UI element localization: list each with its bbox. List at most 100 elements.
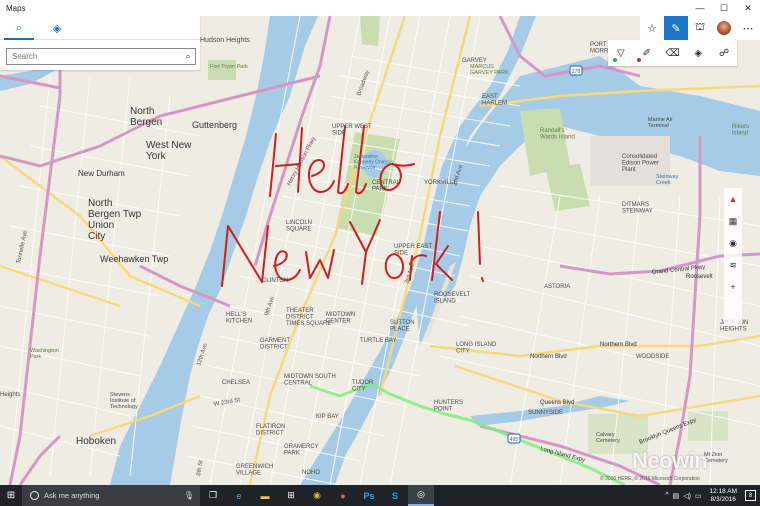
favorites-button[interactable]: ☆ <box>640 16 664 40</box>
label-ditmars: DITMARS STEINWAY <box>622 202 653 215</box>
more-icon: ⋯ <box>742 22 754 35</box>
3d-view-button[interactable]: ▦ <box>724 210 742 232</box>
label-weehawken: Weehawken Twp <box>100 254 168 264</box>
search-submit-icon[interactable]: ⌕ <box>181 51 195 62</box>
tray-chevron-icon[interactable]: ^ <box>665 492 668 499</box>
cortana-icon <box>30 491 39 500</box>
windows-taskbar: ⊞ Ask me anything 🎙 ❐ e ▬ ⊞ ◉ ● Ps S ◎ ^… <box>0 485 760 506</box>
favorites-star-icon: ☆ <box>647 22 657 35</box>
3d-view-icon: ▦ <box>728 215 738 226</box>
ballpoint-pen-icon: ▽ <box>617 47 625 59</box>
label-heights: Heights <box>0 392 20 398</box>
search-box[interactable]: ⌕ <box>6 48 196 65</box>
clock[interactable]: 12:18 AM 8/3/2016 <box>710 488 737 504</box>
taskbar-app-maps[interactable]: ◎ <box>408 485 434 506</box>
map-layers-button[interactable]: ≋ <box>724 254 742 276</box>
label-garment-district: GARMENT DISTRICT <box>260 338 290 351</box>
eraser-icon: ⌫ <box>665 47 680 59</box>
maps-app-window: Maps — ☐ ✕ 495 278 Hudson Heights Fort T… <box>0 0 760 506</box>
notifications-icon[interactable]: 8 <box>745 490 756 501</box>
system-tray: ^ ▤ ◁) ▭ 12:18 AM 8/3/2016 8 <box>665 488 760 504</box>
cortana-search[interactable]: Ask me anything 🎙 <box>22 485 200 506</box>
zoom-in-button[interactable]: + <box>724 276 742 298</box>
cortana-search-text: Ask me anything <box>44 491 100 500</box>
map-svg[interactable]: 495 278 Hudson Heights Fort Tryon Park G… <box>0 16 760 485</box>
clock-time: 12:18 AM <box>709 487 737 495</box>
taskbar-app-edge[interactable]: e <box>226 485 252 506</box>
tab-directions[interactable]: ◈ <box>38 16 76 40</box>
avatar <box>717 21 731 35</box>
edge-icon: e <box>236 490 242 501</box>
mt-zion-cemetery <box>688 411 728 441</box>
road-northern: Northern Blvd <box>530 354 567 360</box>
route-icon: ◈ <box>694 47 703 59</box>
neowin-watermark: Neowin <box>632 448 708 473</box>
start-button[interactable]: ⊞ <box>0 485 22 506</box>
highway-shield-278: 278 <box>569 65 583 76</box>
label-turtle-bay: TURTLE BAY <box>360 338 396 344</box>
microphone-icon[interactable]: 🎙 <box>184 491 194 500</box>
search-panel: ⌕ ◈ ⌕ <box>0 16 200 70</box>
3d-cities-button[interactable]: ⛫ <box>688 16 712 40</box>
network-icon[interactable]: ▤ <box>673 492 680 500</box>
map-controls: ▲ ▦ ◉ ≋ + <box>724 188 742 326</box>
map-canvas[interactable]: 495 278 Hudson Heights Fort Tryon Park G… <box>0 16 760 485</box>
maximize-button[interactable]: ☐ <box>712 0 736 16</box>
fort-tryon-park <box>208 60 236 80</box>
taskbar-app-photoshop[interactable]: Ps <box>356 485 382 506</box>
notification-count: 8 <box>748 492 753 499</box>
window-title: Maps <box>6 3 26 13</box>
label-hudson-heights: Hudson Heights <box>200 37 250 44</box>
ink-button[interactable]: ✎ <box>664 16 688 40</box>
firefox-icon: ● <box>340 490 346 501</box>
taskbar-app-skype[interactable]: S <box>382 485 408 506</box>
ink-toolbar: ▽ ✐ ⌫ ◈ ☍ <box>608 40 737 66</box>
label-flatiron: FLATIRON DISTRICT <box>256 424 285 437</box>
taskbar-app-firefox[interactable]: ● <box>330 485 356 506</box>
locate-button[interactable]: ◉ <box>724 232 742 254</box>
ink-pen-icon: ✎ <box>671 22 681 35</box>
map-layers-icon: ≋ <box>729 259 737 270</box>
volume-icon[interactable]: ◁) <box>683 492 691 500</box>
label-clinton: CLINTON <box>262 278 288 284</box>
red-color-dot <box>636 58 641 62</box>
file-explorer-icon: ▬ <box>260 490 270 501</box>
eraser-tool[interactable]: ⌫ <box>661 42 683 64</box>
label-fort-tryon: Fort Tryon Park <box>210 64 248 70</box>
label-kip-bay: KIP BAY <box>316 414 339 420</box>
road-roosevelt: Roosevelt <box>686 274 713 280</box>
search-input[interactable] <box>7 49 181 64</box>
3d-cities-icon: ⛫ <box>694 21 706 33</box>
taskbar-app-store[interactable]: ⊞ <box>278 485 304 506</box>
label-astoria: ASTORIA <box>544 284 570 290</box>
more-button[interactable]: ⋯ <box>736 16 760 40</box>
compass-icon: ▲ <box>728 194 738 204</box>
highlighter-tool[interactable]: ✐ <box>636 42 658 64</box>
ballpoint-pen-tool[interactable]: ▽ <box>610 42 632 64</box>
label-woodside: WOODSIDE <box>636 354 669 360</box>
account-button[interactable] <box>712 16 736 40</box>
measure-tool[interactable]: ☍ <box>713 42 735 64</box>
taskbar-app-taskview[interactable]: ❐ <box>200 485 226 506</box>
minimize-button[interactable]: — <box>688 0 712 16</box>
label-lincoln-square: LINCOLN SQUARE <box>286 220 312 233</box>
label-chelsea: CHELSEA <box>222 380 250 386</box>
close-button[interactable]: ✕ <box>736 0 760 16</box>
label-hoboken: Hoboken <box>76 436 116 447</box>
taskbar-app-explorer[interactable]: ▬ <box>252 485 278 506</box>
locate-icon: ◉ <box>729 237 737 248</box>
language-icon[interactable]: ▭ <box>695 492 702 500</box>
tab-search[interactable]: ⌕ <box>0 16 38 40</box>
road-northern-2: Northern Blvd <box>600 342 637 348</box>
photoshop-icon: Ps <box>363 490 375 501</box>
compass-button[interactable]: ▲ <box>724 188 742 210</box>
measure-icon: ☍ <box>719 47 730 59</box>
route-tool[interactable]: ◈ <box>687 42 709 64</box>
riverside-park <box>360 16 380 46</box>
label-rikers: Rikers Island <box>732 124 749 137</box>
zoom-in-icon: + <box>730 282 736 292</box>
taskbar-app-chrome[interactable]: ◉ <box>304 485 330 506</box>
green-color-dot <box>612 58 617 62</box>
title-bar: Maps — ☐ ✕ <box>0 0 760 16</box>
label-guttenberg: Guttenberg <box>192 120 237 130</box>
